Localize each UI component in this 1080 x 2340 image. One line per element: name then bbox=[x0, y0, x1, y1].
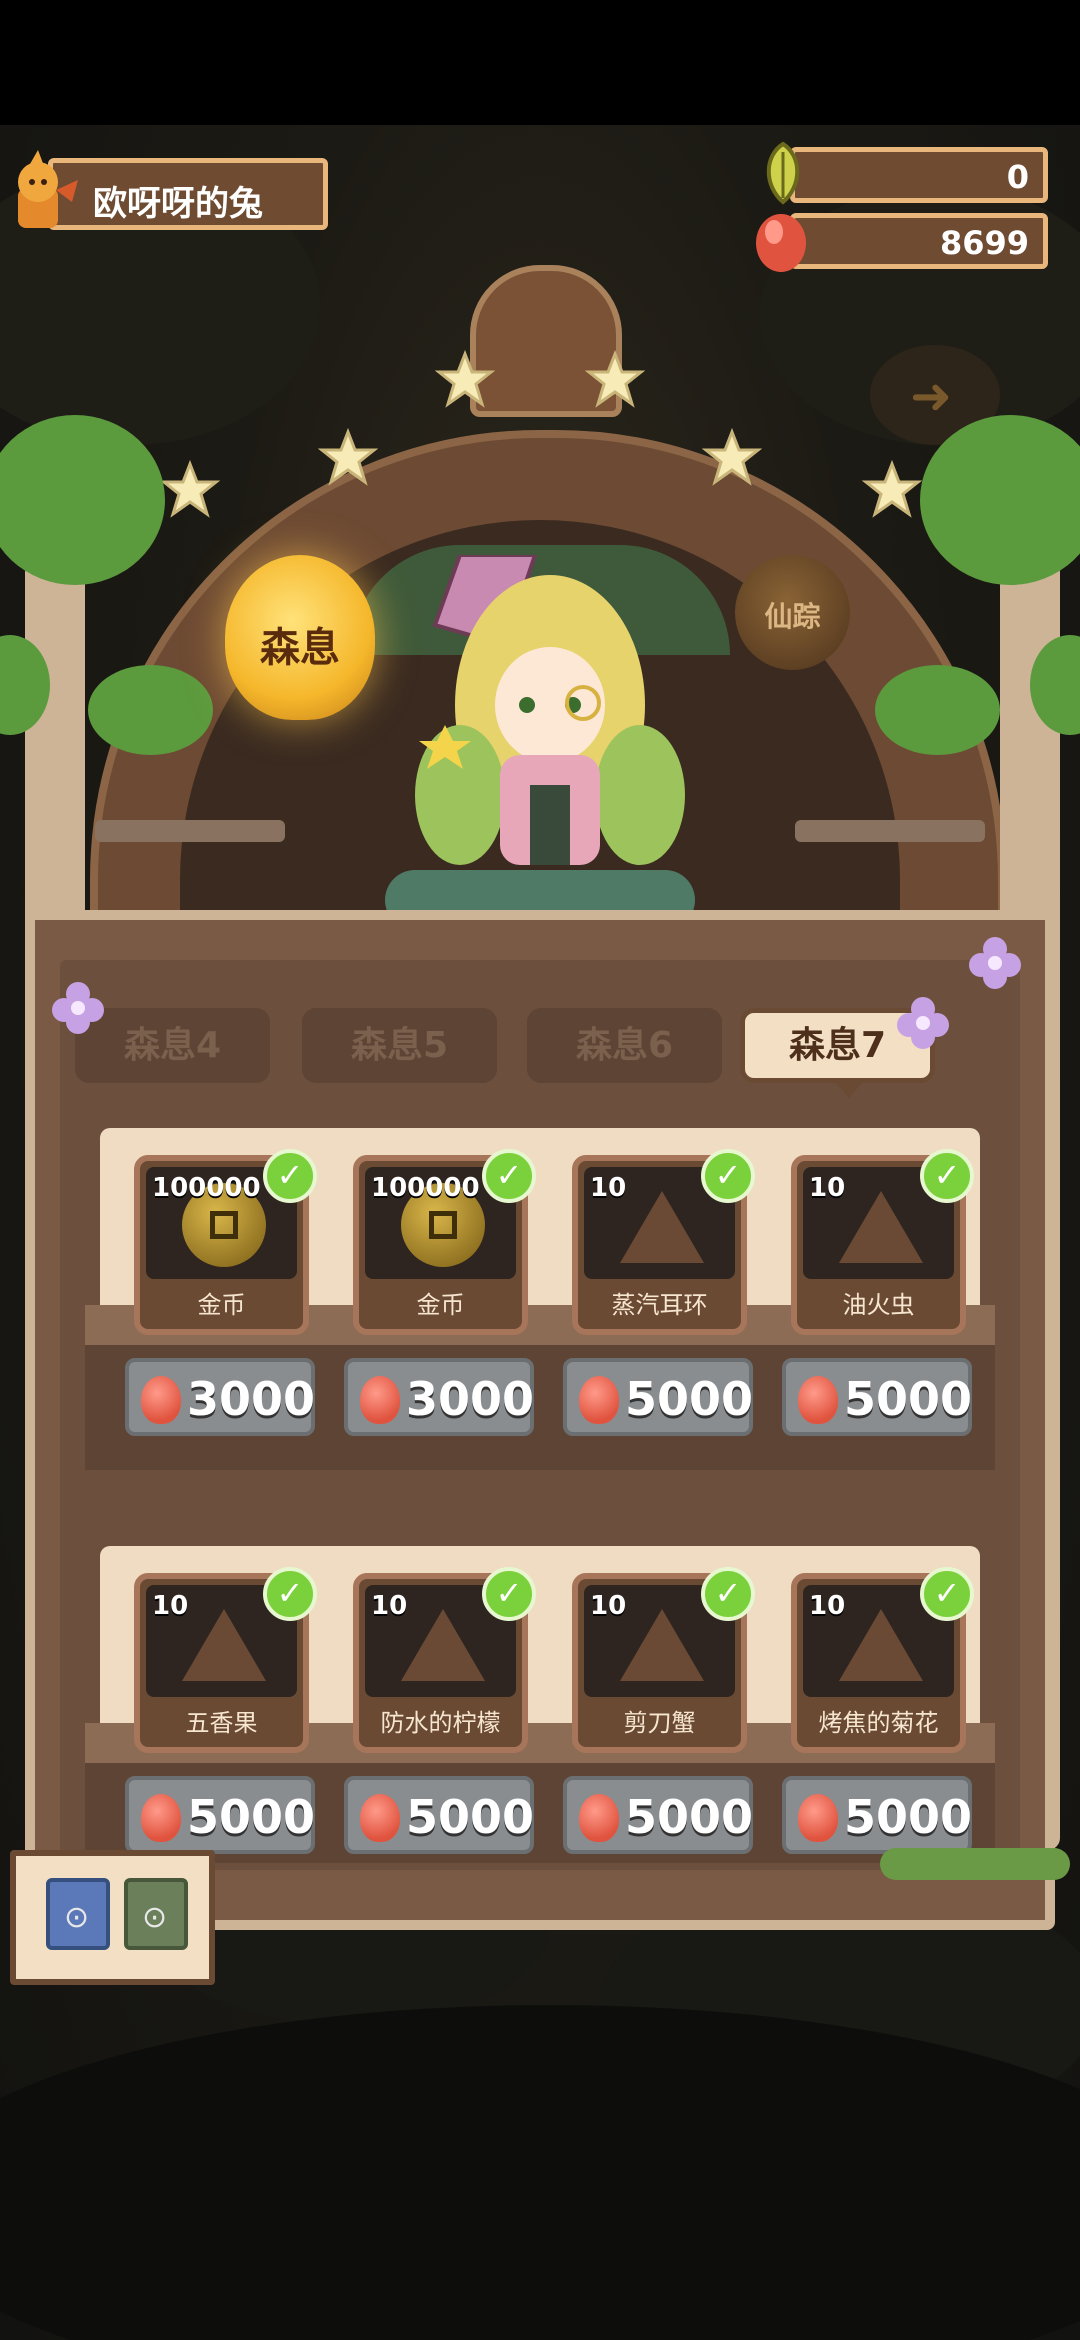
lantern-active-button[interactable]: 森息 bbox=[225, 555, 375, 720]
price-button[interactable]: 3000 bbox=[344, 1358, 534, 1436]
leaf-resource-bar: 0 bbox=[790, 147, 1048, 203]
player-name-plate[interactable]: 欧呀呀的兔 bbox=[8, 150, 328, 230]
item-quantity: 10 bbox=[152, 1591, 189, 1621]
star-icon bbox=[702, 428, 762, 486]
shop-item[interactable]: 10 剪刀蟹 ✓ bbox=[572, 1567, 755, 1753]
chrysanthemum-fragment-icon bbox=[839, 1609, 923, 1681]
lemon-fragment-icon bbox=[401, 1609, 485, 1681]
focus-icon: ⊙ bbox=[142, 1900, 168, 1935]
item-name: 金币 bbox=[197, 1291, 246, 1319]
item-quantity: 100000 bbox=[371, 1173, 480, 1203]
price-amount: 5000 bbox=[844, 1790, 973, 1844]
price-button[interactable]: 5000 bbox=[782, 1358, 972, 1436]
lantern-inactive-button[interactable]: 仙踪 bbox=[735, 555, 850, 670]
shop-item[interactable]: 10 烤焦的菊花 ✓ bbox=[791, 1567, 974, 1753]
tab-senxi-6[interactable]: 森息6 bbox=[527, 1008, 722, 1083]
flower-icon bbox=[897, 997, 949, 1049]
price-amount: 3000 bbox=[406, 1372, 535, 1426]
egg-icon bbox=[141, 1376, 181, 1424]
shop-item[interactable]: 10 油火虫 ✓ bbox=[791, 1149, 974, 1335]
price-amount: 5000 bbox=[844, 1372, 973, 1426]
item-name: 烤焦的菊花 bbox=[818, 1709, 939, 1737]
egg-icon bbox=[579, 1794, 619, 1842]
crab-fragment-icon bbox=[620, 1609, 704, 1681]
lantern-active-label: 森息 bbox=[260, 625, 340, 671]
player-plate-bg: 欧呀呀的兔 bbox=[48, 158, 328, 230]
shop-item[interactable]: 10 五香果 ✓ bbox=[134, 1567, 317, 1753]
item-quantity: 10 bbox=[809, 1173, 846, 1203]
flower-icon bbox=[52, 982, 104, 1034]
price-button[interactable]: 5000 bbox=[563, 1358, 753, 1436]
check-icon: ✓ bbox=[263, 1149, 317, 1203]
price-amount: 5000 bbox=[625, 1790, 754, 1844]
bottom-control-panel: ⊙ ⊙ bbox=[10, 1850, 215, 1985]
item-quantity: 10 bbox=[590, 1173, 627, 1203]
lantern-inactive-label: 仙踪 bbox=[764, 600, 821, 633]
price-button[interactable]: 5000 bbox=[125, 1776, 315, 1854]
check-icon: ✓ bbox=[920, 1567, 974, 1621]
egg-icon bbox=[756, 214, 806, 272]
price-button[interactable]: 3000 bbox=[125, 1358, 315, 1436]
shop-item[interactable]: 100000 金币 ✓ bbox=[134, 1149, 317, 1335]
player-avatar-icon[interactable] bbox=[8, 150, 78, 234]
flower-icon bbox=[969, 937, 1021, 989]
egg-icon bbox=[798, 1794, 838, 1842]
leaf-count: 0 bbox=[1006, 158, 1029, 196]
egg-icon bbox=[141, 1794, 181, 1842]
tab-senxi-5[interactable]: 森息5 bbox=[302, 1008, 497, 1083]
egg-icon bbox=[360, 1376, 400, 1424]
left-fence bbox=[95, 820, 285, 842]
price-amount: 5000 bbox=[406, 1790, 535, 1844]
egg-resource-bar: 8699 bbox=[790, 213, 1048, 269]
item-quantity: 10 bbox=[590, 1591, 627, 1621]
item-quantity: 10 bbox=[371, 1591, 408, 1621]
spice-fruit-fragment-icon bbox=[182, 1609, 266, 1681]
star-icon bbox=[318, 428, 378, 486]
star-icon bbox=[585, 350, 645, 408]
firefly-fragment-icon bbox=[839, 1191, 923, 1263]
shop-item[interactable]: 100000 金币 ✓ bbox=[353, 1149, 536, 1335]
price-button[interactable]: 5000 bbox=[344, 1776, 534, 1854]
item-name: 油火虫 bbox=[842, 1291, 915, 1319]
character-npc[interactable] bbox=[405, 555, 695, 915]
shop-item[interactable]: 10 蒸汽耳环 ✓ bbox=[572, 1149, 755, 1335]
check-icon: ✓ bbox=[701, 1149, 755, 1203]
item-name: 剪刀蟹 bbox=[623, 1709, 696, 1737]
egg-icon bbox=[360, 1794, 400, 1842]
item-name: 五香果 bbox=[185, 1709, 258, 1737]
right-bush bbox=[875, 665, 1000, 755]
price-button[interactable]: 5000 bbox=[563, 1776, 753, 1854]
price-amount: 3000 bbox=[187, 1372, 316, 1426]
egg-icon bbox=[579, 1376, 619, 1424]
egg-count: 8699 bbox=[939, 224, 1029, 262]
star-icon bbox=[862, 460, 922, 518]
left-bush bbox=[88, 665, 213, 755]
check-icon: ✓ bbox=[701, 1567, 755, 1621]
check-icon: ✓ bbox=[482, 1149, 536, 1203]
price-amount: 5000 bbox=[625, 1372, 754, 1426]
item-name: 蒸汽耳环 bbox=[611, 1291, 708, 1319]
item-name: 防水的柠檬 bbox=[380, 1709, 501, 1737]
moss-decoration bbox=[880, 1848, 1070, 1880]
leaf-icon bbox=[766, 141, 800, 205]
star-icon bbox=[160, 460, 220, 518]
arrow-right-icon: ➜ bbox=[910, 367, 952, 425]
right-fence bbox=[795, 820, 985, 842]
camera-toggle-button[interactable]: ⊙ bbox=[46, 1878, 110, 1950]
price-button[interactable]: 5000 bbox=[782, 1776, 972, 1854]
earring-fragment-icon bbox=[620, 1191, 704, 1263]
shop-item[interactable]: 10 防水的柠檬 ✓ bbox=[353, 1567, 536, 1753]
check-icon: ✓ bbox=[920, 1149, 974, 1203]
star-icon bbox=[435, 350, 495, 408]
check-icon: ✓ bbox=[263, 1567, 317, 1621]
item-quantity: 100000 bbox=[152, 1173, 261, 1203]
camera-toggle-button[interactable]: ⊙ bbox=[124, 1878, 188, 1950]
price-amount: 5000 bbox=[187, 1790, 316, 1844]
check-icon: ✓ bbox=[482, 1567, 536, 1621]
egg-icon bbox=[798, 1376, 838, 1424]
player-name: 欧呀呀的兔 bbox=[93, 184, 263, 224]
focus-icon: ⊙ bbox=[64, 1900, 90, 1935]
item-name: 金币 bbox=[416, 1291, 465, 1319]
item-quantity: 10 bbox=[809, 1591, 846, 1621]
